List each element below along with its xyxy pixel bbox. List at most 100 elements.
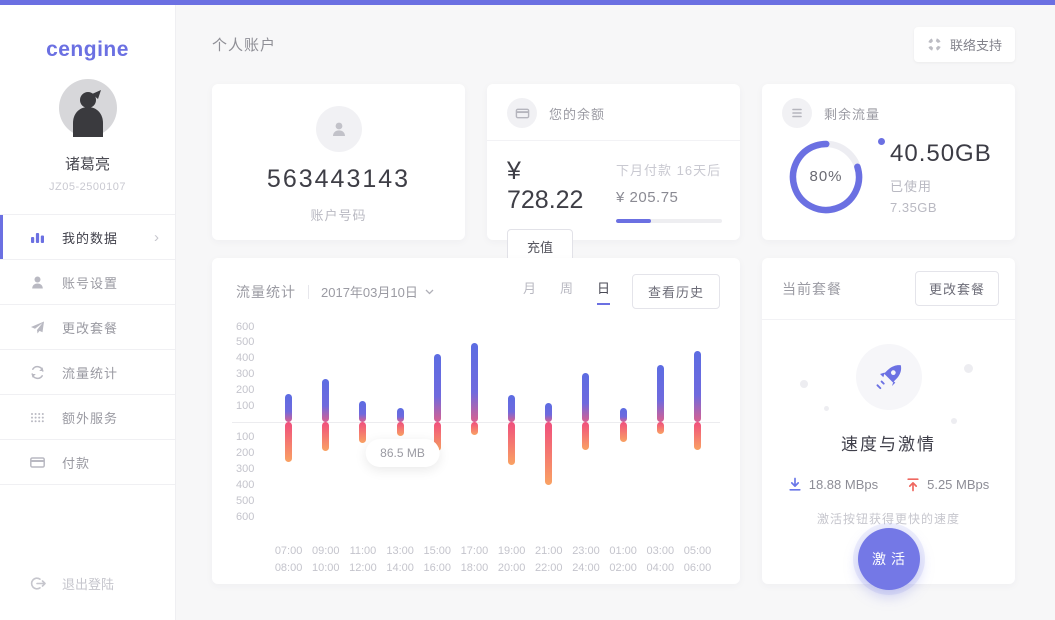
logout-icon — [29, 575, 46, 592]
y-tick-label: 500 — [236, 495, 266, 508]
account-card: 563443143 账户号码 — [212, 84, 465, 240]
sidebar-menu: 我的数据›账号设置更改套餐流量统计额外服务付款 — [0, 214, 175, 485]
traffic-bar-chart: 100100200200300300400400500500600600 07:… — [236, 327, 716, 577]
y-tick-label: 500 — [236, 336, 266, 349]
chart-column-10[interactable]: 03:00 04:00 — [642, 327, 679, 577]
chart-column-9[interactable]: 01:00 02:00 — [605, 327, 642, 577]
sidebar-item-label: 额外服务 — [62, 408, 118, 427]
contact-support-button[interactable]: 联络支持 — [914, 27, 1015, 62]
bar-up — [620, 408, 627, 422]
chart-date-dropdown[interactable]: 2017年03月10日 — [321, 282, 434, 301]
chart-column-0[interactable]: 07:00 08:00 — [270, 327, 307, 577]
bar-up — [657, 365, 664, 422]
page-title: 个人账户 — [212, 34, 276, 55]
chart-date-value: 2017年03月10日 — [321, 282, 418, 301]
x-axis-label: 11:00 12:00 — [349, 543, 377, 577]
chart-title: 流量统计 — [236, 282, 296, 302]
sidebar-item-label: 付款 — [62, 453, 90, 472]
chart-tooltip-text: 86.5 MB — [380, 446, 425, 460]
y-tick-label: 600 — [236, 321, 266, 334]
tab-range-1[interactable]: 周 — [560, 278, 573, 305]
chart-tooltip: 86.5 MB — [365, 439, 440, 467]
chart-column-7[interactable]: 21:00 22:00 — [530, 327, 567, 577]
contact-support-label: 联络支持 — [950, 35, 1002, 54]
x-axis-label: 15:00 16:00 — [424, 543, 452, 577]
sidebar-item-label: 我的数据 — [62, 228, 118, 247]
y-tick-label: 100 — [236, 431, 266, 444]
sidebar-item-5[interactable]: 付款 — [0, 440, 175, 485]
life-buoy-icon — [927, 37, 942, 52]
balance-card-title: 您的余额 — [549, 104, 605, 123]
data-usage-donut: 80% — [788, 139, 864, 215]
upload-speed: 5.25 MBps — [927, 477, 989, 492]
tab-range-2[interactable]: 日 — [597, 278, 610, 305]
y-tick-label: 100 — [236, 400, 266, 413]
change-plan-button[interactable]: 更改套餐 — [915, 271, 999, 306]
remaining-data-card: 剩余流量 80% 40.50GB 已使用 7.35GB — [762, 84, 1015, 240]
upload-icon — [906, 477, 920, 492]
sidebar-item-4[interactable]: 额外服务 — [0, 395, 175, 440]
bar-down — [322, 422, 329, 451]
current-plan-title: 当前套餐 — [782, 279, 842, 299]
chart-column-6[interactable]: 19:00 20:00 — [493, 327, 530, 577]
chart-column-11[interactable]: 05:00 06:00 — [679, 327, 716, 577]
y-tick-label: 400 — [236, 479, 266, 492]
logout-label: 退出登陆 — [62, 574, 114, 593]
next-payment-amount: ¥ 205.75 — [616, 189, 722, 206]
x-axis-label: 19:00 20:00 — [498, 543, 526, 577]
balance-card: 您的余额 ¥ 728.22 充值 下月付款 16天后 ¥ 205.75 — [487, 84, 740, 240]
next-payment-due: 16天后 — [677, 163, 721, 178]
x-axis-label: 13:00 14:00 — [386, 543, 414, 577]
sidebar-item-3[interactable]: 流量统计 — [0, 350, 175, 395]
bar-down — [620, 422, 627, 442]
deco-dot — [800, 380, 808, 388]
bar-up — [582, 373, 589, 422]
sidebar-item-1[interactable]: 账号设置 — [0, 260, 175, 305]
bar-up — [545, 403, 552, 422]
chart-column-8[interactable]: 23:00 24:00 — [567, 327, 604, 577]
chart-column-1[interactable]: 09:00 10:00 — [307, 327, 344, 577]
chart-range-tabs: 月周日 — [523, 278, 610, 305]
deco-dot — [824, 406, 829, 411]
chart-column-5[interactable]: 17:00 18:00 — [456, 327, 493, 577]
remaining-data-title: 剩余流量 — [824, 104, 880, 123]
next-payment-label: 下月付款 — [616, 163, 672, 178]
chevron-down-icon — [425, 289, 434, 295]
app-logo: cengine — [0, 38, 175, 62]
x-axis-label: 07:00 08:00 — [275, 543, 303, 577]
next-payment-progress — [616, 219, 722, 223]
bar-down — [545, 422, 552, 485]
x-axis-label: 23:00 24:00 — [572, 543, 600, 577]
traffic-chart-card: 流量统计 2017年03月10日 月周日 查看历史 10010020020030… — [212, 258, 740, 584]
sidebar: cengine 诸葛亮 JZ05-2500107 我的数据›账号设置更改套餐流量… — [0, 5, 176, 620]
sidebar-item-label: 流量统计 — [62, 363, 118, 382]
user-icon — [29, 274, 46, 291]
bar-down — [657, 422, 664, 434]
bar-down — [397, 422, 404, 436]
x-axis-label: 03:00 04:00 — [647, 543, 675, 577]
bar-up — [359, 401, 366, 422]
activate-hint: 激活按钮获得更快的速度 — [762, 510, 1015, 527]
bar-chart-icon — [29, 229, 46, 246]
sidebar-item-0[interactable]: 我的数据› — [0, 215, 175, 260]
next-payment-progress-fill — [616, 219, 651, 223]
sidebar-item-2[interactable]: 更改套餐 — [0, 305, 175, 350]
y-tick-label: 200 — [236, 447, 266, 460]
bar-down — [582, 422, 589, 450]
y-tick-label: 200 — [236, 384, 266, 397]
bar-up — [694, 351, 701, 422]
activate-button[interactable]: 激活 — [858, 528, 920, 590]
tab-range-0[interactable]: 月 — [523, 278, 536, 305]
x-axis-label: 01:00 02:00 — [609, 543, 637, 577]
top-accent-bar — [0, 0, 1055, 5]
logout-button[interactable]: 退出登陆 — [29, 574, 114, 593]
deco-dot — [964, 364, 973, 373]
sidebar-item-label: 更改套餐 — [62, 318, 118, 337]
bullet-dot-icon — [878, 138, 885, 145]
x-axis-label: 17:00 18:00 — [461, 543, 489, 577]
view-history-button[interactable]: 查看历史 — [632, 274, 720, 309]
used-data-value: 7.35GB — [890, 200, 992, 215]
download-icon — [788, 477, 802, 492]
main-content: 个人账户 联络支持 563443143 账户号码 — [176, 5, 1055, 620]
user-icon — [316, 106, 362, 152]
